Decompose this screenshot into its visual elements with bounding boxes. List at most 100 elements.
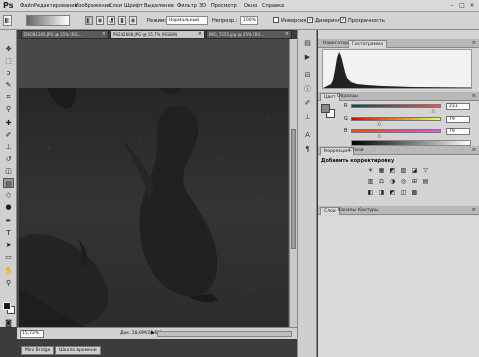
clone-stamp-tool-icon[interactable]: ⊥ [3,142,14,152]
exposure-adjustment-icon[interactable]: ▨ [399,167,408,175]
hue-saturation-adjustment-icon[interactable]: ▥ [366,178,375,186]
gradient-fill-adjustment-icon[interactable]: ▩ [410,189,419,197]
black-white-adjustment-icon[interactable]: ◑ [388,178,397,186]
angle-gradient-button[interactable] [107,16,115,25]
quick-mask-icon[interactable]: ◙ [3,318,14,328]
marquee-tool-icon[interactable]: ⬚ [3,56,14,66]
tab-histogram[interactable]: Гистограмма [348,40,388,48]
menu-type[interactable]: Шрифт [124,3,143,9]
menu-3d[interactable]: 3D [199,3,206,9]
maximize-button[interactable]: □ [459,2,465,9]
tab-img7255[interactable]: IMG_7255.jpg @ 25% (RG... × [206,30,292,39]
menu-layers[interactable]: Слои [109,3,122,9]
gradient-picker[interactable] [26,15,70,26]
green-slider[interactable] [351,117,441,121]
panel-menu-icon[interactable]: ≡ [472,207,476,213]
close-icon[interactable]: × [102,31,106,38]
path-selection-tool-icon[interactable]: ➤ [3,240,14,250]
vertical-scrollbar[interactable] [289,39,297,327]
type-tool-icon[interactable]: T [3,228,14,238]
panel-menu-icon[interactable]: ≡ [472,40,476,46]
vibrance-adjustment-icon[interactable]: ◪ [410,167,419,175]
dither-checkbox[interactable]: ✓ [307,17,313,23]
tab-navigator[interactable]: Навигатор [320,40,351,48]
shape-tool-icon[interactable]: ▭ [3,252,14,262]
posterize-adjustment-icon[interactable]: ◨ [377,189,386,197]
foreground-color-chip[interactable] [321,104,330,113]
opacity-field[interactable]: 100% [240,16,258,25]
threshold-adjustment-icon[interactable]: ◩ [388,189,397,197]
move-tool-icon[interactable]: ✥ [3,44,14,54]
green-value-field[interactable]: 79 [446,116,470,123]
tab-swatches[interactable]: Образцы [334,93,361,101]
tab-styles[interactable]: Стили [346,147,367,155]
minimize-button[interactable]: – [449,2,455,9]
brush-panel-icon[interactable]: ✐ [302,98,313,108]
history-brush-tool-icon[interactable]: ↺ [3,154,14,164]
document-image[interactable] [19,88,288,329]
crop-tool-icon[interactable]: ⌗ [3,92,14,102]
radial-gradient-button[interactable] [96,16,104,25]
hand-tool-icon[interactable]: ✋ [3,266,14,276]
diamond-gradient-button[interactable] [129,16,137,25]
blur-tool-icon[interactable]: ◇ [3,190,14,200]
scroll-thumb[interactable] [291,129,296,249]
menu-help[interactable]: Справка [262,3,284,9]
panel-menu-icon[interactable]: ≡ [472,93,476,99]
eraser-tool-icon[interactable]: ◫ [3,166,14,176]
tab-timeline[interactable]: Шкала времени [55,346,101,355]
properties-panel-icon[interactable]: ⊟ [302,70,313,80]
gradient-map-adjustment-icon[interactable]: ▽ [421,167,430,175]
foreground-color-swatch[interactable] [3,302,11,310]
tab-paths[interactable]: Контуры [355,207,382,215]
levels-adjustment-icon[interactable]: ▦ [377,167,386,175]
actions-panel-icon[interactable]: ▶ [302,52,313,62]
channel-mixer-adjustment-icon[interactable]: ⊞ [410,178,419,186]
curves-adjustment-icon[interactable]: ◩ [388,167,397,175]
reflected-gradient-button[interactable] [118,16,126,25]
photo-filter-adjustment-icon[interactable]: ◎ [399,178,408,186]
red-value-field[interactable]: 231 [446,103,470,110]
menu-image[interactable]: Изображение [75,3,111,9]
pen-tool-icon[interactable]: ✒ [3,216,14,226]
blend-mode-select[interactable]: Нормальный [166,16,208,25]
transparency-checkbox[interactable]: ✓ [340,17,346,23]
paragraph-panel-icon[interactable]: ¶ [302,144,313,154]
blue-value-field[interactable]: 79 [446,128,470,135]
menu-file[interactable]: Файл [20,3,34,9]
color-lookup-adjustment-icon[interactable]: ▤ [421,178,430,186]
info-panel-icon[interactable]: ⓘ [302,84,313,94]
menu-window[interactable]: Окно [244,3,257,9]
tab-dscn1305[interactable]: DSCN1305.JPG @ 25% (RG... × [21,30,109,39]
red-slider[interactable] [351,104,441,108]
brush-tool-icon[interactable]: ✐ [3,130,14,140]
quick-select-tool-icon[interactable]: ✎ [3,80,14,90]
lasso-tool-icon[interactable]: ↄ [3,68,14,78]
eyedropper-tool-icon[interactable]: ⚲ [3,104,14,114]
close-icon[interactable]: × [285,31,289,38]
close-window-button[interactable]: × [469,2,475,9]
menu-filter[interactable]: Фильтр [177,3,197,9]
selective-color-adjustment-icon[interactable]: ◫ [399,189,408,197]
tab-mini-bridge[interactable]: Mini Bridge [21,346,55,355]
linear-gradient-button[interactable] [85,16,93,25]
dodge-tool-icon[interactable]: ● [3,202,14,212]
zoom-tool-icon[interactable]: ⚲ [3,278,14,288]
tool-preset-picker[interactable] [3,15,12,26]
red-slider-knob[interactable]: △ [431,109,436,114]
zoom-field[interactable]: 15,72% [20,330,44,338]
gradient-tool-icon[interactable]: ▤ [3,178,14,188]
panel-menu-icon[interactable]: ≡ [472,147,476,153]
blue-slider-knob[interactable]: △ [377,134,382,139]
history-panel-icon[interactable]: ▤ [302,38,313,48]
clone-source-panel-icon[interactable]: ⊥ [302,112,313,122]
inverse-checkbox[interactable] [273,17,279,23]
status-menu-arrow-icon[interactable]: ▶ [151,330,155,336]
color-balance-adjustment-icon[interactable]: ⚖ [377,178,386,186]
close-icon[interactable]: × [198,31,202,38]
character-panel-icon[interactable]: A [302,130,313,140]
blue-slider[interactable] [351,129,441,133]
brightness-adjustment-icon[interactable]: ☀ [366,167,375,175]
menu-view[interactable]: Просмотр [211,3,237,9]
layers-list[interactable] [318,216,479,357]
